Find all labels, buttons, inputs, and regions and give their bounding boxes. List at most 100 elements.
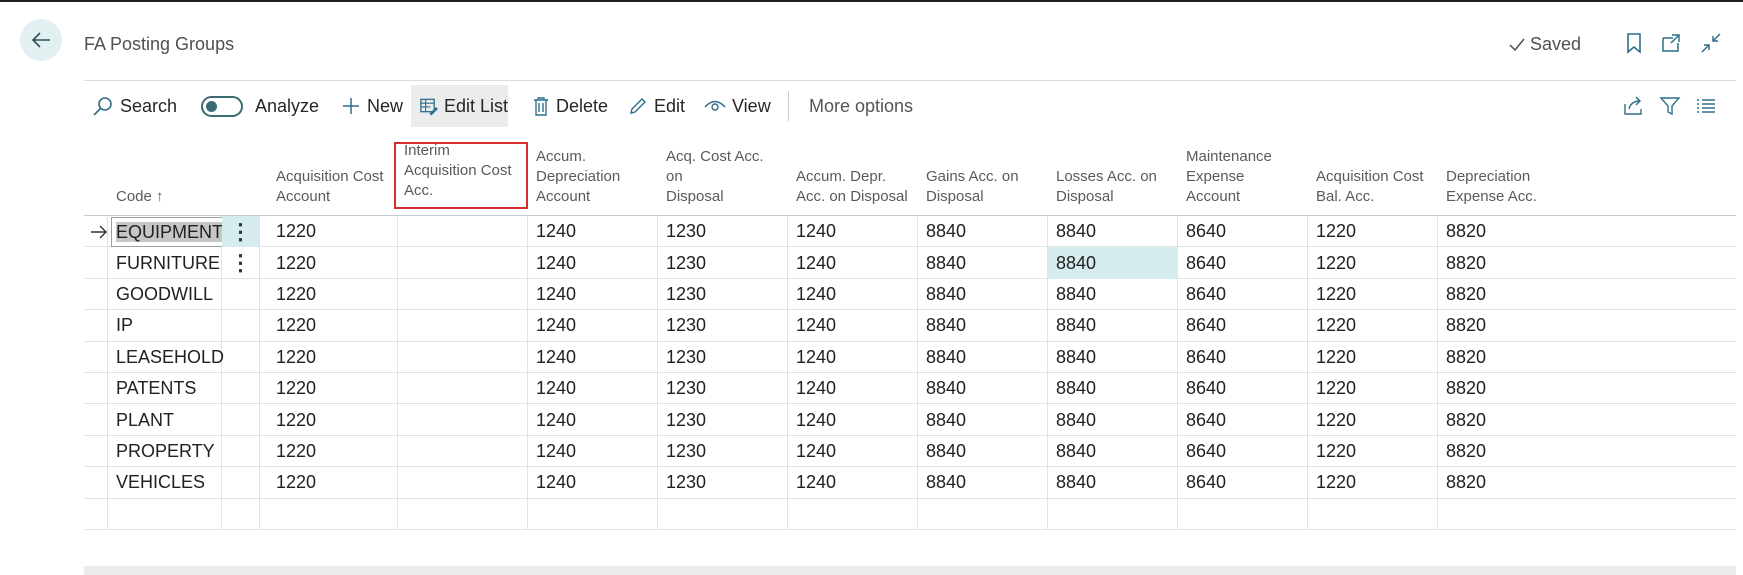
cell-acq_bal[interactable]: 1220 (1308, 435, 1438, 468)
cell-accum_disp[interactable]: 1240 (788, 247, 918, 279)
cell-interim[interactable] (398, 247, 528, 279)
cell-accum_dep[interactable] (528, 498, 658, 530)
cell-accum_disp[interactable]: 1240 (788, 310, 918, 342)
cell-accum_disp[interactable] (788, 498, 918, 530)
cell-acq_cost[interactable]: 1220 (268, 467, 398, 499)
cell-losses[interactable]: 8840 (1048, 467, 1178, 499)
column-header-acq_cost[interactable]: Acquisition Cost Account (268, 135, 398, 215)
cell-gains[interactable]: 8840 (918, 467, 1048, 499)
cell-interim[interactable] (398, 278, 528, 311)
back-button[interactable] (20, 19, 62, 61)
cell-gains[interactable]: 8840 (918, 341, 1048, 373)
cell-dep_exp[interactable]: 8820 (1438, 247, 1568, 278)
cell-losses[interactable]: 8840 (1048, 247, 1178, 279)
cell-code[interactable]: GOODWILL (108, 278, 222, 311)
cell-losses[interactable]: 8840 (1048, 341, 1178, 373)
cell-acq_cost[interactable]: 1220 (268, 310, 398, 342)
cell-accum_dep[interactable]: 1240 (528, 404, 658, 436)
cell-code-value[interactable]: EQUIPMENT (111, 216, 224, 247)
open-new-window-button[interactable] (1659, 31, 1683, 55)
cell-interim[interactable] (398, 498, 528, 530)
cell-losses[interactable]: 8840 (1048, 216, 1178, 248)
column-header-interim[interactable]: Interim Acquisition Cost Acc. (394, 142, 528, 209)
cell-losses[interactable]: 8840 (1048, 404, 1178, 436)
cell-acq_bal[interactable]: 1220 (1308, 341, 1438, 373)
cell-losses[interactable]: 8840 (1048, 373, 1178, 405)
cell-acq_bal[interactable] (1308, 498, 1438, 530)
filter-button[interactable] (1658, 94, 1682, 118)
cell-accum_disp[interactable]: 1240 (788, 216, 918, 248)
cell-accum_dep[interactable]: 1240 (528, 373, 658, 405)
cell-interim[interactable] (398, 341, 528, 373)
row-actions-button[interactable]: ⋮ (222, 247, 260, 279)
cell-acq_cost[interactable]: 1220 (268, 404, 398, 436)
cell-acq_cost[interactable]: 1220 (268, 341, 398, 373)
cell-interim[interactable] (398, 310, 528, 342)
bookmark-button[interactable] (1622, 31, 1646, 55)
cell-acq_disp[interactable]: 1230 (658, 247, 788, 279)
view-button[interactable]: View (704, 85, 771, 127)
cell-code[interactable]: LEASEHOLD (108, 341, 224, 373)
cell-acq_disp[interactable]: 1230 (658, 373, 788, 405)
cell-acq_disp[interactable]: 1230 (658, 310, 788, 342)
cell-maint[interactable]: 8640 (1178, 310, 1308, 342)
cell-acq_cost[interactable]: 1220 (268, 278, 398, 311)
cell-acq_disp[interactable]: 1230 (658, 467, 788, 499)
cell-code[interactable]: PATENTS (108, 373, 222, 405)
cell-accum_dep[interactable]: 1240 (528, 435, 658, 468)
cell-acq_cost[interactable]: 1220 (268, 247, 398, 279)
cell-dep_exp[interactable] (1438, 499, 1568, 530)
cell-accum_disp[interactable]: 1240 (788, 278, 918, 311)
cell-accum_dep[interactable]: 1240 (528, 341, 658, 373)
cell-maint[interactable]: 8640 (1178, 278, 1308, 311)
delete-button[interactable]: Delete (532, 85, 608, 127)
cell-accum_dep[interactable]: 1240 (528, 467, 658, 499)
cell-accum_dep[interactable]: 1240 (528, 216, 658, 248)
cell-accum_disp[interactable]: 1240 (788, 341, 918, 373)
table-row[interactable]: LEASEHOLD 1220 1240 1230 1240 8840 8840 8640 122… (84, 341, 1736, 373)
cell-acq_bal[interactable]: 1220 (1308, 216, 1438, 248)
cell-acq_disp[interactable]: 1230 (658, 404, 788, 436)
table-row[interactable]: PROPERTY 1220 1240 1230 1240 8840 8840 8640 1220… (84, 435, 1736, 468)
cell-accum_dep[interactable]: 1240 (528, 310, 658, 342)
new-button[interactable]: New (341, 85, 403, 127)
table-row[interactable]: VEHICLES 1220 1240 1230 1240 8840 8840 8640 1220… (84, 467, 1736, 499)
cell-interim[interactable] (398, 216, 528, 248)
table-row[interactable]: FURNITURE ⋮ 1220 1240 1230 1240 8840 8840 8640 12… (84, 247, 1736, 279)
cell-code[interactable]: IP (108, 310, 222, 342)
column-header-losses[interactable]: Losses Acc. on Disposal (1048, 135, 1178, 215)
column-header-maint[interactable]: Maintenance Expense Account (1178, 135, 1308, 215)
cell-dep_exp[interactable]: 8820 (1438, 279, 1568, 310)
cell-accum_disp[interactable]: 1240 (788, 404, 918, 436)
cell-gains[interactable]: 8840 (918, 404, 1048, 436)
cell-code[interactable] (108, 498, 222, 530)
cell-code[interactable]: EQUIPMENT (108, 216, 224, 248)
row-actions-button[interactable]: ⋮ (222, 216, 260, 248)
search-button[interactable]: Search (92, 85, 177, 127)
cell-gains[interactable]: 8840 (918, 278, 1048, 311)
more-options-button[interactable]: More options (809, 85, 913, 127)
edit-button[interactable]: Edit (628, 85, 685, 127)
cell-acq_bal[interactable]: 1220 (1308, 467, 1438, 499)
list-view-button[interactable] (1694, 94, 1718, 118)
table-row[interactable]: GOODWILL 1220 1240 1230 1240 8840 8840 8640 1220… (84, 278, 1736, 311)
column-header-accum_dep[interactable]: Accum. Depreciation Account (528, 135, 658, 215)
cell-maint[interactable] (1178, 498, 1308, 530)
cell-maint[interactable]: 8640 (1178, 216, 1308, 248)
cell-interim[interactable] (398, 404, 528, 436)
cell-gains[interactable]: 8840 (918, 247, 1048, 279)
cell-interim[interactable] (398, 373, 528, 405)
cell-acq_disp[interactable]: 1230 (658, 435, 788, 468)
cell-code[interactable]: FURNITURE (108, 247, 222, 279)
cell-interim[interactable] (398, 435, 528, 468)
cell-acq_cost[interactable]: 1220 (268, 216, 398, 248)
column-header-gains[interactable]: Gains Acc. on Disposal (918, 135, 1048, 215)
table-row[interactable]: PATENTS 1220 1240 1230 1240 8840 8840 8640 1220 8… (84, 373, 1736, 405)
column-header-acq_disp[interactable]: Acq. Cost Acc. on Disposal (658, 135, 788, 215)
cell-acq_disp[interactable] (658, 498, 788, 530)
cell-acq_bal[interactable]: 1220 (1308, 247, 1438, 279)
cell-dep_exp[interactable]: 8820 (1438, 436, 1568, 467)
cell-accum_dep[interactable]: 1240 (528, 247, 658, 279)
cell-losses[interactable]: 8840 (1048, 278, 1178, 311)
cell-losses[interactable]: 8840 (1048, 310, 1178, 342)
